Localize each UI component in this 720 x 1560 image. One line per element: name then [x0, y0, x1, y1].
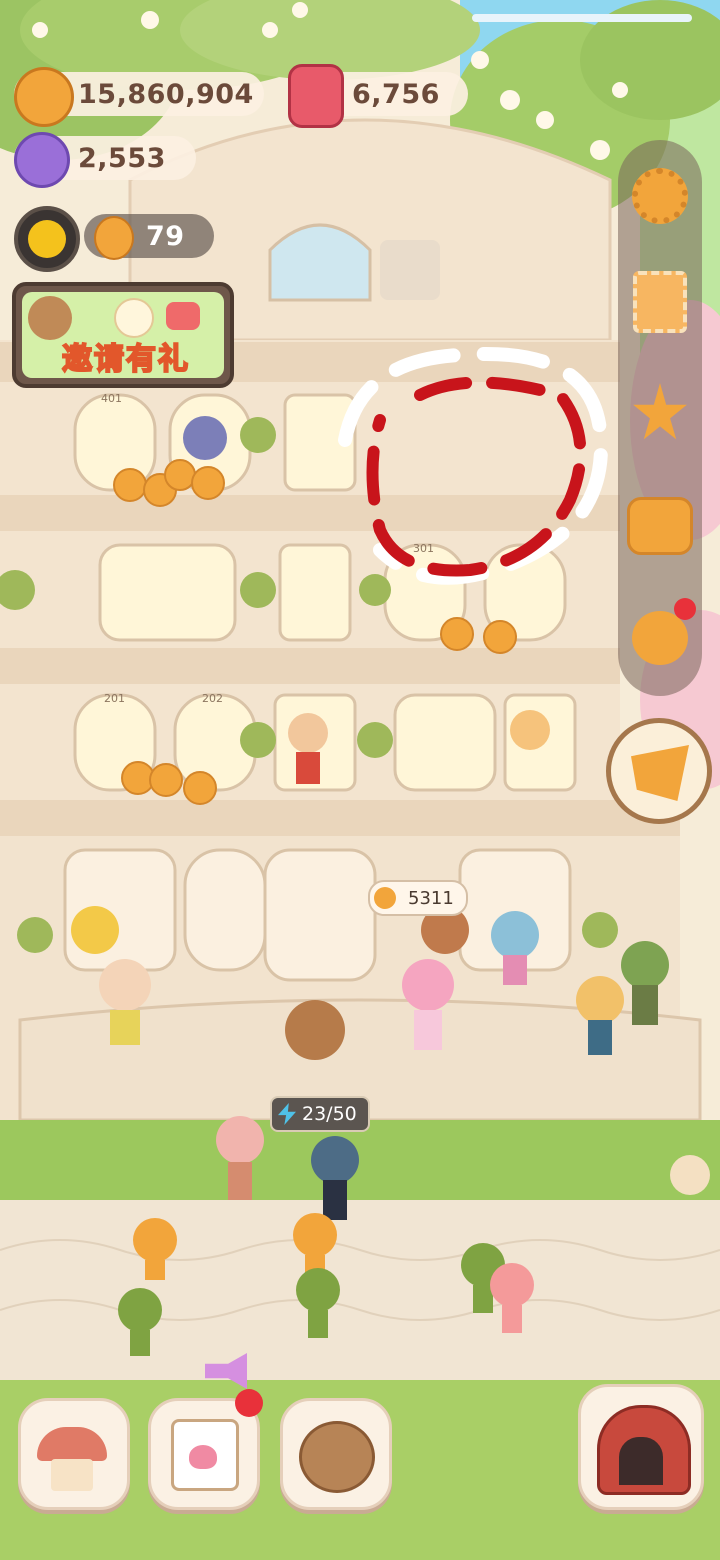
room-number-401: 401: [101, 392, 122, 405]
room-number-202: 202: [202, 692, 223, 705]
profile-card-button[interactable]: [626, 268, 694, 336]
sun-icon: [28, 220, 66, 258]
cookie-icon: [374, 887, 396, 909]
candy-amount: 2,553: [78, 142, 166, 174]
cookie-icon: [14, 67, 74, 127]
theater-button[interactable]: [578, 1384, 704, 1510]
chat-bubble-icon: [166, 302, 200, 330]
heart-shape: [189, 1445, 217, 1469]
cookie-currency[interactable]: 15,860,904: [14, 67, 264, 127]
red-gem-icon: [288, 64, 344, 128]
gear-icon: [632, 168, 688, 224]
invite-banner[interactable]: 邀请有礼: [12, 282, 234, 388]
build-button[interactable]: [18, 1398, 130, 1510]
backpack-icon: [627, 497, 693, 555]
energy-value: 23/50: [302, 1103, 357, 1125]
candy-icon: [14, 132, 70, 188]
mushroom-house-icon: [37, 1427, 107, 1461]
smile-emoji-icon: [114, 298, 154, 338]
gem-amount: 6,756: [352, 78, 440, 110]
lightning-icon: [278, 1103, 296, 1125]
friends-button[interactable]: [626, 598, 696, 672]
candy-currency[interactable]: 2,553: [14, 132, 196, 188]
stage-opening: [619, 1437, 663, 1485]
room-number-301: 301: [413, 542, 434, 555]
cake-slice-icon: [631, 745, 689, 801]
cookie-amount: 15,860,904: [78, 78, 254, 110]
shop-counter-value: 5311: [408, 887, 454, 909]
worker-amount: 79: [146, 220, 185, 252]
settings-button[interactable]: [626, 162, 694, 230]
invite-banner-label: 邀请有礼: [61, 341, 190, 378]
profile-card-icon: [633, 271, 687, 333]
star-medal-icon: [633, 383, 687, 440]
event-button[interactable]: [606, 718, 712, 824]
worker-count[interactable]: 79: [84, 214, 214, 260]
achievement-button[interactable]: [626, 380, 694, 448]
cookie-plate-icon: [299, 1421, 375, 1493]
worker-icon: [94, 216, 134, 260]
sun-button[interactable]: [14, 206, 80, 272]
notification-dot: [674, 598, 696, 620]
notification-dot: [235, 1389, 263, 1417]
room-number-201: 201: [104, 692, 125, 705]
backpack-button[interactable]: [626, 492, 694, 560]
energy-badge[interactable]: 23/50: [270, 1096, 370, 1132]
mushroom-house-base: [51, 1459, 93, 1491]
gem-currency[interactable]: 6,756: [288, 64, 468, 128]
diary-button[interactable]: [148, 1353, 263, 1510]
recipes-button[interactable]: [280, 1398, 392, 1510]
shop-counter-badge[interactable]: 5311: [368, 880, 468, 916]
friends-icon: [632, 611, 688, 665]
